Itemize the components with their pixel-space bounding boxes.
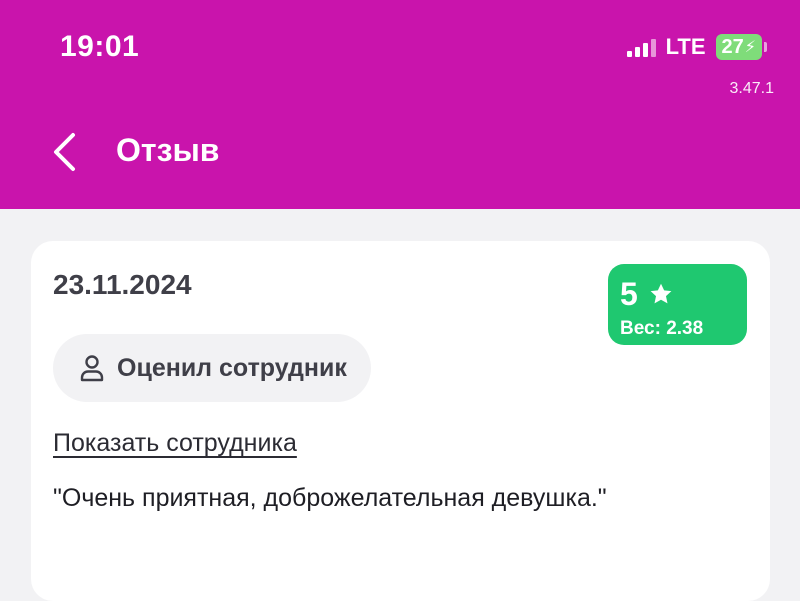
star-icon: [650, 283, 672, 304]
author-chip-label: Оценил сотрудник: [117, 353, 347, 382]
review-text: "Очень приятная, доброжелательная девушк…: [53, 484, 607, 512]
app-header: 19:01 LTE 27 ⚡ 3.47.1 Отзыв: [0, 0, 800, 209]
chevron-left-icon: [54, 133, 75, 171]
review-date: 23.11.2024: [53, 269, 192, 300]
status-indicators: LTE 27 ⚡: [626, 34, 768, 60]
author-chip: Оценил сотрудник: [53, 334, 371, 402]
review-card: 23.11.2024 5 Вес: 2.38 Оценил сотрудник …: [31, 241, 770, 601]
page-title: Отзыв: [116, 132, 220, 168]
rating-value: 5: [620, 276, 638, 312]
battery-indicator: 27 ⚡: [715, 34, 768, 60]
status-time: 19:01: [60, 30, 140, 63]
person-icon: [80, 355, 104, 382]
cellular-signal-icon: [626, 37, 656, 57]
back-button[interactable]: [44, 130, 84, 174]
rating-weight: Вес: 2.38: [620, 318, 704, 339]
rating-badge: 5 Вес: 2.38: [608, 264, 747, 345]
battery-level: 27: [721, 35, 744, 58]
lightning-bolt-icon: ⚡: [744, 39, 756, 56]
app-version: 3.47.1: [729, 80, 774, 97]
network-type: LTE: [665, 34, 706, 59]
show-employee-link[interactable]: Показать сотрудника: [53, 429, 297, 458]
